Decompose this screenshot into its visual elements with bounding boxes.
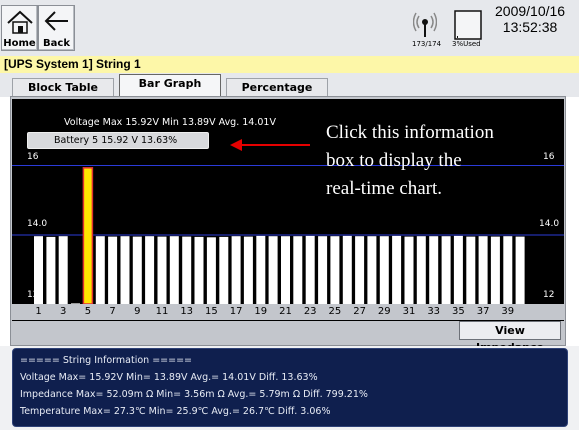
x-tick-label: 1 [35,306,42,317]
tab-percentage[interactable]: Percentage [226,78,328,96]
battery-info-box[interactable]: Battery 5 15.92 V 13.63% [27,132,209,149]
arrow-icon [230,139,310,151]
bar-battery-30[interactable] [392,235,402,304]
bar-battery-37[interactable] [478,236,488,304]
signal-count: 173/174 [412,40,442,48]
y-label-12-left: 12 [27,290,39,300]
x-tick-label: 25 [328,306,342,317]
x-tick-label: 33 [427,306,441,317]
y-label-14-left: 14.0 [27,219,48,229]
bar-battery-6[interactable] [95,236,105,304]
x-tick-label: 3 [60,306,67,317]
y-label-14-right: 14.0 [539,219,560,229]
x-tick-label: 13 [180,306,194,317]
top-toolbar: Home Back 173/174 3%Used 2009/10/16 13:5… [0,0,579,57]
bar-battery-8[interactable] [120,236,130,304]
back-button[interactable]: Back [38,5,75,51]
x-tick-label: 29 [377,306,391,317]
bar-battery-7[interactable] [108,236,118,304]
bar-battery-32[interactable] [416,236,426,304]
bar-battery-35[interactable] [453,235,463,304]
callout-line-3: real-time chart. [326,178,443,199]
home-button[interactable]: Home [1,5,38,51]
x-tick-label: 21 [279,306,292,317]
home-label: Home [3,38,36,49]
callout-text: Click this information box to display th… [326,119,556,203]
bar-battery-18[interactable] [243,236,253,304]
y-label-12-right: 12 [543,290,555,300]
x-tick-label: 11 [155,306,169,317]
x-tick-label: 39 [501,306,515,317]
string-info-header: ===== String Information ===== [20,355,193,366]
x-tick-label: 9 [134,306,141,317]
bar-battery-29[interactable] [379,236,389,304]
bar-battery-5[interactable] [82,167,94,305]
bar-battery-9[interactable] [132,236,142,304]
tab-bar: Block Table Bar Graph Percentage [0,73,579,97]
bar-battery-11[interactable] [157,236,167,304]
bar-battery-25[interactable] [330,236,340,304]
bar-battery-24[interactable] [318,236,328,304]
bar-battery-15[interactable] [206,237,216,304]
bar-battery-38[interactable] [490,236,500,304]
tab-block-table[interactable]: Block Table [12,78,114,96]
string-info-panel: ===== String Information ===== Voltage M… [12,348,568,427]
bar-battery-10[interactable] [145,236,155,304]
x-tick-label: 19 [254,306,268,317]
x-tick-label: 23 [303,306,317,317]
bar-battery-34[interactable] [441,236,451,304]
back-label: Back [43,38,70,49]
page-title: [UPS System 1] String 1 [0,56,579,73]
voltage-info: Voltage Max= 15.92V Min= 13.89V Avg.= 14… [20,372,318,383]
tab-bar-graph[interactable]: Bar Graph [119,74,221,97]
x-tick-label: 5 [84,306,92,317]
date: 2009/10/16 [495,3,566,19]
callout-line-2: box to display the [326,150,462,171]
x-tick-label: 37 [476,306,490,317]
impedance-info: Impedance Max= 52.09m Ω Min= 3.56m Ω Avg… [20,389,368,400]
bar-battery-12[interactable] [169,236,179,304]
voltage-stats: Voltage Max 15.92V Min 13.89V Avg. 14.01… [64,117,276,128]
storage-used: 3%Used [452,40,481,48]
callout-line-1: Click this information [326,122,494,143]
bar-battery-13[interactable] [182,236,192,304]
bar-battery-16[interactable] [219,236,229,304]
x-tick-label: 31 [402,306,416,317]
bar-battery-14[interactable] [194,236,204,304]
bar-battery-36[interactable] [466,236,476,304]
x-tick-label: 17 [229,306,243,317]
bar-battery-39[interactable] [503,236,513,304]
bar-battery-26[interactable] [342,235,352,304]
view-impedance-button[interactable]: View Impedance [459,321,561,354]
y-label-16-left: 16 [27,152,39,162]
home-icon [7,10,33,34]
temperature-info: Temperature Max= 27.3℃ Min= 25.9℃ Avg.= … [20,406,331,417]
bar-battery-22[interactable] [293,236,303,304]
x-tick-label: 15 [205,306,218,317]
x-tick-label: 7 [109,306,116,317]
bar-battery-33[interactable] [429,236,439,304]
bar-battery-2[interactable] [46,236,56,304]
bar-battery-21[interactable] [281,236,290,304]
bar-battery-27[interactable] [355,236,365,304]
datetime: 2009/10/16 13:52:38 [495,3,565,35]
bar-battery-19[interactable] [256,235,266,304]
x-tick-label: 27 [353,306,366,317]
back-arrow-icon [44,11,68,31]
bar-battery-31[interactable] [404,236,414,304]
storage-icon [454,10,482,40]
bar-battery-28[interactable] [367,236,377,304]
bar-battery-40[interactable] [515,236,525,304]
bar-battery-17[interactable] [231,236,241,304]
bar-battery-3[interactable] [58,236,68,304]
antenna-icon [413,12,437,37]
bar-battery-23[interactable] [305,235,315,304]
time: 13:52:38 [502,19,558,35]
y-label-16-right: 16 [543,152,555,162]
x-tick-label: 35 [452,306,465,317]
bar-battery-20[interactable] [268,236,278,304]
